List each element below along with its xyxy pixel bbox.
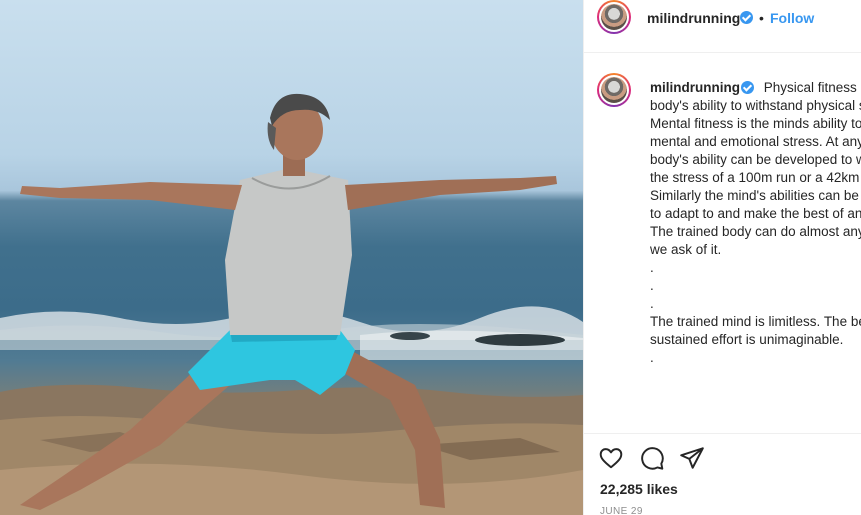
verified-badge-icon xyxy=(740,11,753,24)
caption-username[interactable]: milindrunning xyxy=(650,80,740,95)
heart-icon[interactable] xyxy=(598,445,624,471)
post-header: milindrunning • Follow xyxy=(584,0,861,53)
post-actions: 22,285 likes JUNE 29 xyxy=(584,433,861,515)
caption: milindrunning Physical fitness is the bo… xyxy=(650,79,861,367)
likes-count[interactable]: 22,285 likes xyxy=(600,481,678,497)
avatar[interactable] xyxy=(597,0,631,34)
post-date: JUNE 29 xyxy=(600,506,643,515)
comment-icon[interactable] xyxy=(639,445,665,471)
header-username[interactable]: milindrunning xyxy=(647,10,740,26)
share-icon[interactable] xyxy=(679,445,705,471)
caption-block: milindrunning Physical fitness is the bo… xyxy=(584,53,861,433)
photo-illustration xyxy=(0,93,583,515)
post-photo[interactable] xyxy=(0,0,583,515)
follow-button[interactable]: Follow xyxy=(770,10,814,26)
separator-dot: • xyxy=(759,10,764,26)
caption-verified-badge-icon xyxy=(741,81,754,94)
caption-avatar[interactable] xyxy=(597,73,631,107)
caption-body: Physical fitness is the body's ability t… xyxy=(650,80,861,365)
post-panel: milindrunning • Follow milindrunning Phy… xyxy=(584,0,861,515)
